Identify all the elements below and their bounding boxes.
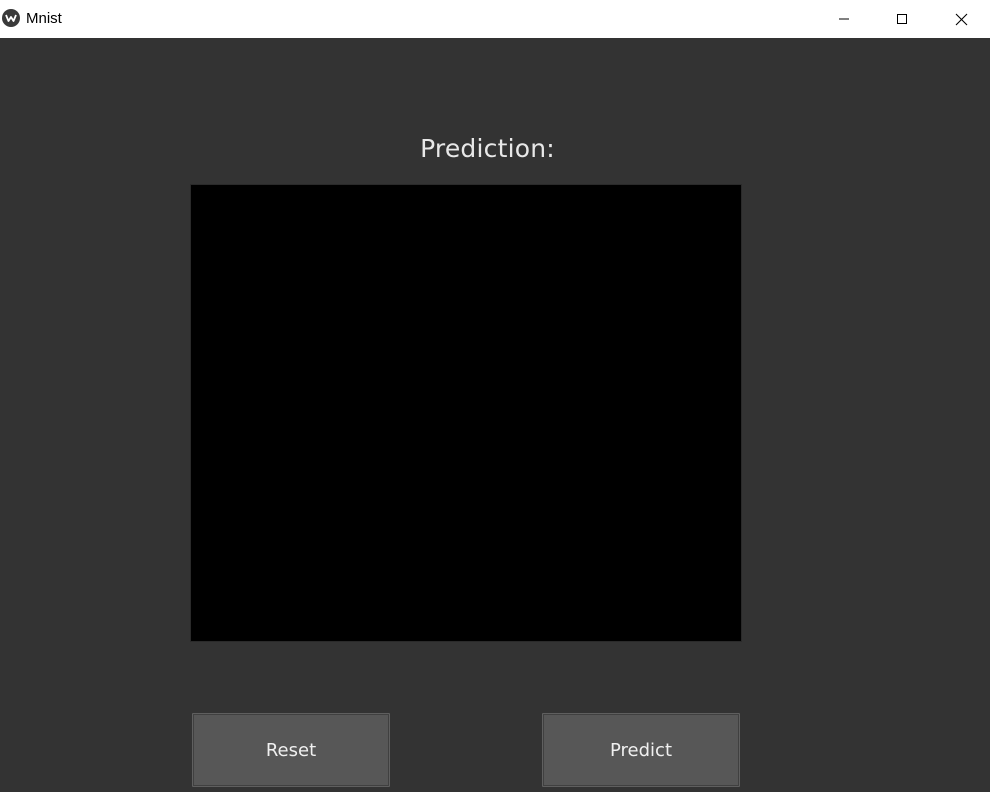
drawing-canvas[interactable] <box>190 184 742 642</box>
predict-button[interactable]: Predict <box>542 713 740 787</box>
title-bar[interactable]: Mnist <box>0 0 990 38</box>
prediction-label: Prediction: <box>420 134 555 163</box>
app-window: Mnist Prediction: Reset Predict <box>0 0 990 792</box>
reset-button[interactable]: Reset <box>192 713 390 787</box>
minimize-button[interactable] <box>821 0 867 38</box>
kivy-logo-icon <box>2 9 20 27</box>
close-button[interactable] <box>938 0 984 38</box>
minimize-icon <box>839 18 849 20</box>
close-icon <box>955 13 967 25</box>
window-title: Mnist <box>26 10 62 27</box>
maximize-button[interactable] <box>879 0 925 38</box>
main-content: Prediction: Reset Predict <box>0 38 990 792</box>
maximize-icon <box>897 14 907 24</box>
